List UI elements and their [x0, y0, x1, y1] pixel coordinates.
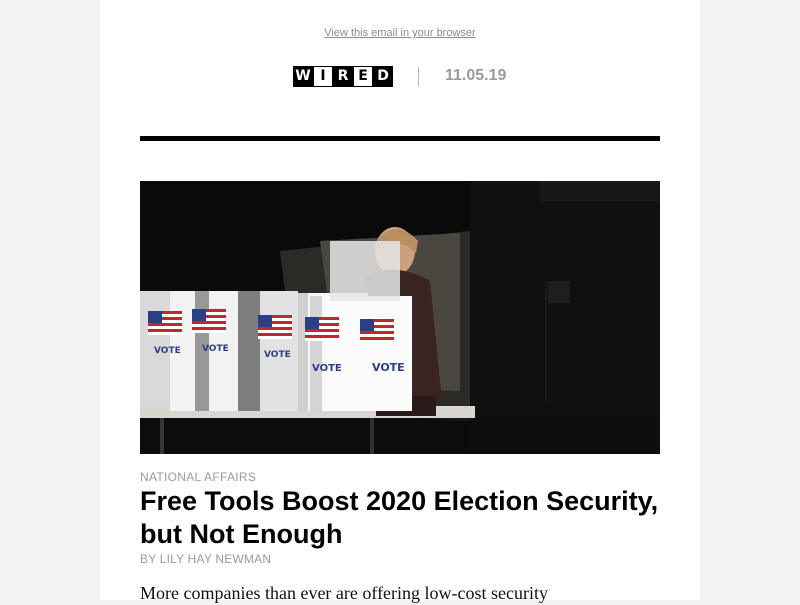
logo-letter-w: W — [293, 66, 313, 87]
view-in-browser-link[interactable]: View this email in your browser — [100, 27, 700, 39]
logo-letter-i: I — [313, 66, 333, 87]
article-byline: BY LILY HAY NEWMAN — [140, 552, 272, 566]
wired-logo[interactable]: W I R E D — [293, 66, 393, 87]
section-rule — [140, 136, 660, 141]
booth-vote-label-1: VOTE — [154, 346, 181, 356]
issue-date: 11.05.19 — [445, 67, 507, 84]
booth-vote-label-5: VOTE — [372, 361, 405, 374]
email-header: W I R E D 11.05.19 — [100, 66, 700, 88]
logo-letter-r: R — [333, 66, 353, 87]
booth-vote-label-2: VOTE — [202, 344, 229, 354]
hero-image[interactable]: VOTE VOTE VOTE VOTE VOTE — [140, 181, 660, 454]
article-headline[interactable]: Free Tools Boost 2020 Election Security,… — [140, 485, 660, 551]
article-dek: More companies than ever are offering lo… — [140, 583, 549, 603]
logo-letter-d: D — [373, 66, 393, 87]
article-category[interactable]: NATIONAL AFFAIRS — [140, 470, 256, 484]
booth-vote-label-3: VOTE — [264, 350, 291, 360]
header-divider — [418, 67, 419, 86]
booth-vote-label-4: VOTE — [312, 363, 342, 374]
voting-booths-photo: VOTE VOTE VOTE VOTE VOTE — [140, 181, 660, 454]
logo-letter-e: E — [353, 66, 373, 87]
email-body: View this email in your browser W I R E … — [100, 0, 700, 603]
